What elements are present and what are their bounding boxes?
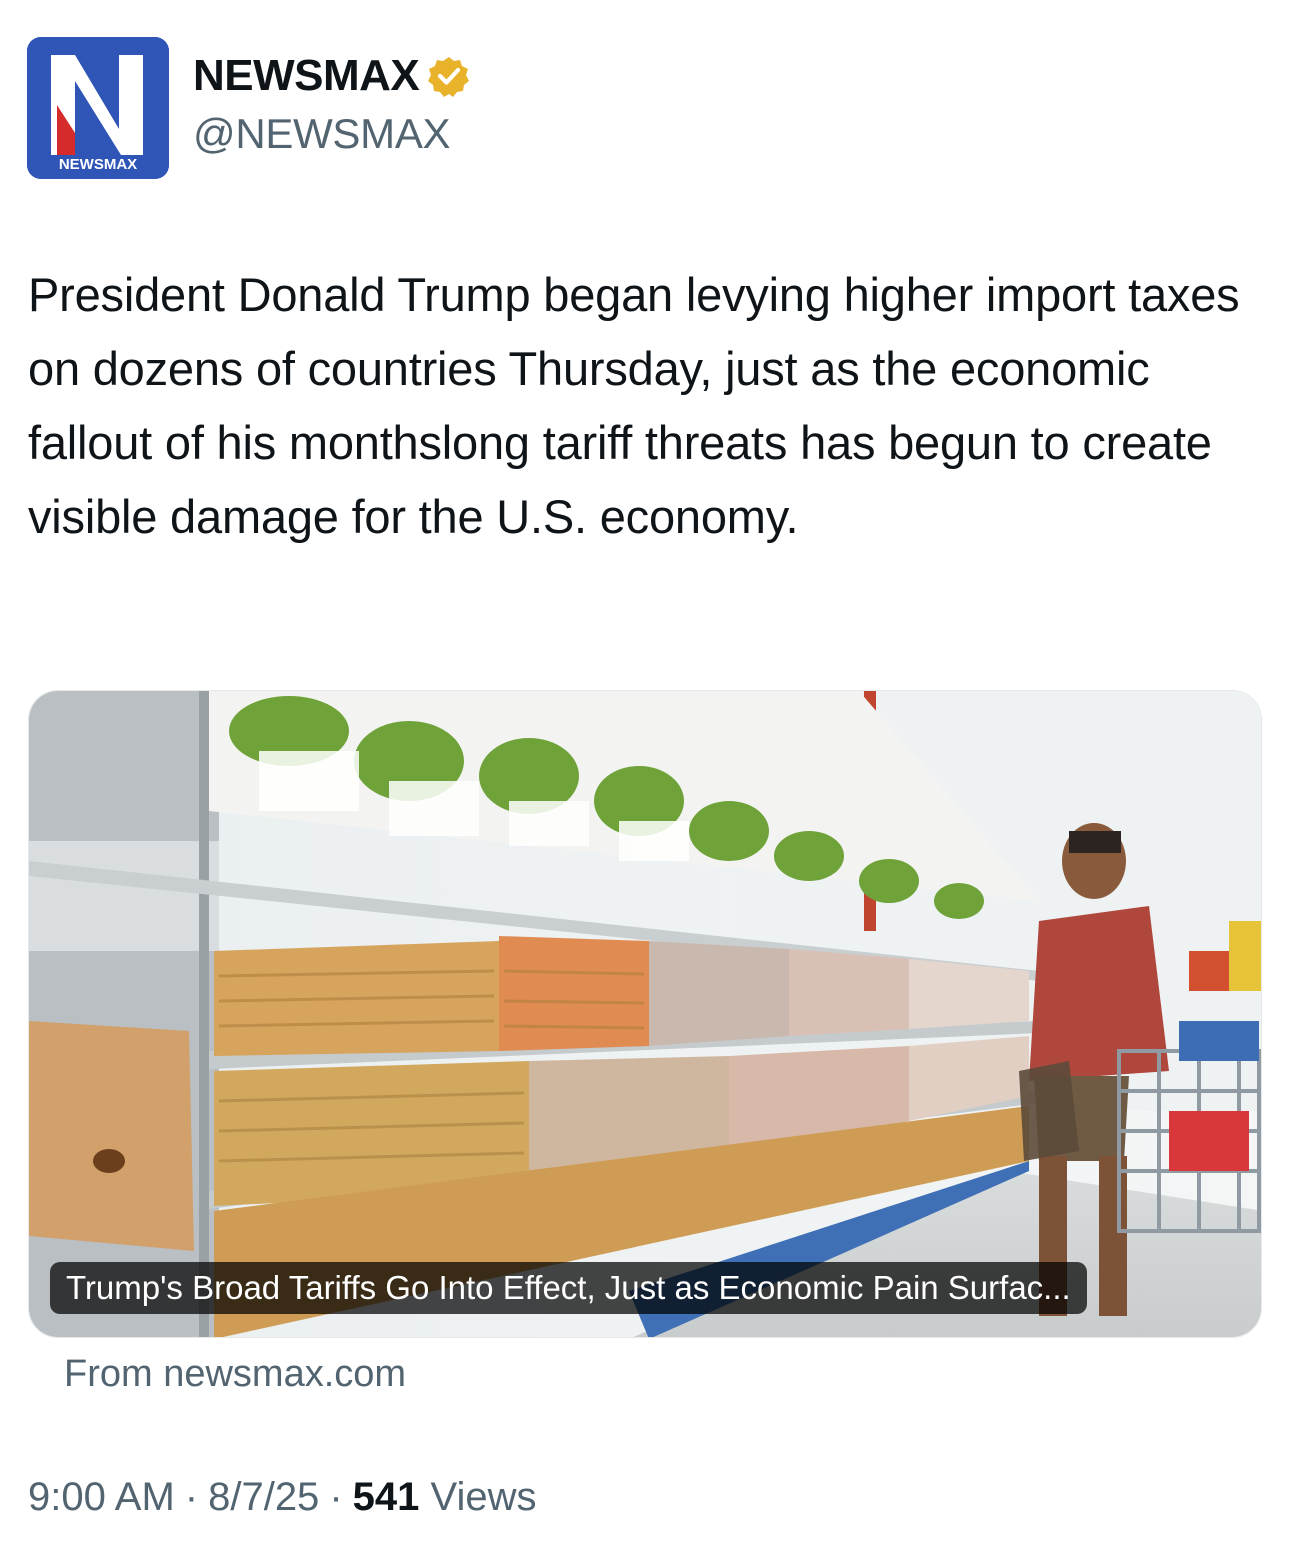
avatar[interactable]: NEWSMAX — [27, 37, 169, 179]
meta-separator: · — [329, 1475, 343, 1519]
grocery-aisle-photo-icon — [29, 691, 1261, 1337]
card-source[interactable]: From newsmax.com — [64, 1353, 406, 1396]
tweet-time[interactable]: 9:00 AM — [28, 1475, 175, 1520]
avatar-label: NEWSMAX — [59, 156, 137, 173]
verified-badge-icon[interactable] — [427, 54, 471, 98]
display-name[interactable]: NEWSMAX — [193, 51, 420, 101]
meta-separator: · — [184, 1475, 199, 1519]
author-block: NEWSMAX @NEWSMAX — [193, 48, 471, 158]
tweet-date[interactable]: 8/7/25 — [208, 1475, 319, 1520]
card-title[interactable]: Trump's Broad Tariffs Go Into Effect, Ju… — [50, 1262, 1087, 1314]
views-count[interactable]: 541 — [353, 1475, 420, 1519]
handle[interactable]: @NEWSMAX — [193, 110, 471, 158]
link-card[interactable] — [28, 690, 1262, 1338]
tweet: NEWSMAX NEWSMAX @NEWSMAX President Donal… — [0, 0, 1290, 1541]
tweet-meta: 9:00 AM · 8/7/25 · 541 Views — [28, 1475, 537, 1520]
newsmax-logo-icon: NEWSMAX — [27, 37, 169, 179]
tweet-text: President Donald Trump began levying hig… — [28, 268, 1240, 543]
views-label: Views — [430, 1475, 537, 1519]
